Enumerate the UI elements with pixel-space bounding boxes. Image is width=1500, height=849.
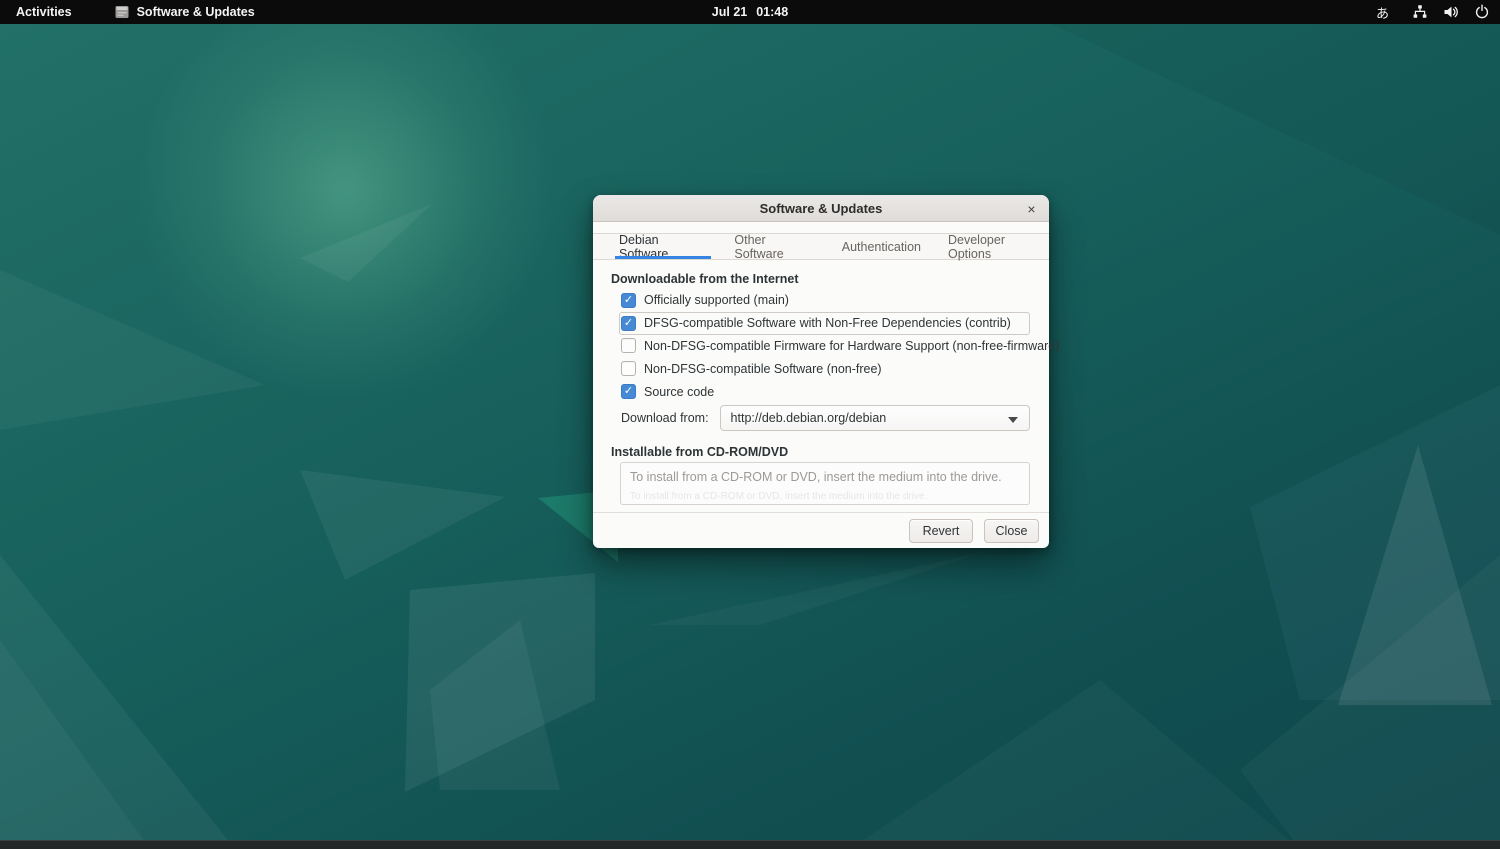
checkbox-row-contrib[interactable]: ✓ DFSG-compatible Software with Non-Free… (619, 312, 1030, 335)
checkbox-row-non-free[interactable]: Non-DFSG-compatible Software (non-free) (619, 357, 1030, 380)
focused-app-menu[interactable]: Software & Updates (114, 4, 255, 20)
tab-debian-software[interactable]: Debian Software (617, 234, 709, 259)
clock-time: 01:48 (756, 5, 788, 19)
checkbox-label: Officially supported (main) (644, 293, 789, 307)
download-server-value: http://deb.debian.org/debian (731, 411, 887, 425)
volume-icon[interactable] (1443, 4, 1459, 20)
dialog-title: Software & Updates (760, 201, 883, 216)
focused-app-title: Software & Updates (137, 5, 255, 19)
internet-section-heading: Downloadable from the Internet (611, 272, 799, 286)
software-updates-dialog: Software & Updates × Debian Software Oth… (593, 195, 1049, 548)
tab-label: Other Software (734, 233, 814, 261)
download-server-dropdown[interactable]: http://deb.debian.org/debian (720, 405, 1030, 431)
cdrom-placeholder-ghost: To install from a CD-ROM or DVD, insert … (630, 491, 927, 502)
clock[interactable]: Jul 21 01:48 (712, 5, 788, 19)
tab-other-software[interactable]: Other Software (732, 234, 816, 259)
input-method-indicator[interactable]: あ (1376, 3, 1389, 22)
checkbox-row-main[interactable]: ✓ Officially supported (main) (619, 289, 1030, 312)
action-area-separator (593, 512, 1049, 513)
download-from-label: Download from: (621, 411, 709, 425)
download-from-row: Download from: http://deb.debian.org/deb… (621, 405, 1030, 431)
cdrom-section-heading: Installable from CD-ROM/DVD (611, 445, 788, 459)
tab-developer-options[interactable]: Developer Options (946, 234, 1049, 259)
checkbox-row-source-code[interactable]: ✓ Source code (619, 380, 1030, 403)
checkbox[interactable] (621, 361, 636, 376)
tab-label: Developer Options (948, 233, 1047, 261)
network-wired-icon[interactable] (1412, 4, 1428, 20)
checkbox-label: Non-DFSG-compatible Software (non-free) (644, 362, 882, 376)
dropdown-arrow-icon (1008, 417, 1018, 423)
checkbox-list: ✓ Officially supported (main) ✓ DFSG-com… (619, 289, 1030, 403)
activities-button[interactable]: Activities (12, 5, 76, 19)
screen-bottom-edge (0, 840, 1500, 849)
close-icon[interactable]: × (1021, 198, 1042, 219)
checkbox[interactable]: ✓ (621, 293, 636, 308)
close-button[interactable]: Close (984, 519, 1039, 543)
tab-strip: Debian Software Other Software Authentic… (593, 233, 1049, 260)
checkbox[interactable]: ✓ (621, 384, 636, 399)
checkbox-label: DFSG-compatible Software with Non-Free D… (644, 316, 1011, 330)
software-updates-app-icon (114, 4, 130, 20)
checkbox-row-non-free-firmware[interactable]: Non-DFSG-compatible Firmware for Hardwar… (619, 335, 1030, 358)
checkbox[interactable]: ✓ (621, 316, 636, 331)
tab-label: Debian Software (619, 233, 707, 261)
checkbox-label: Source code (644, 385, 714, 399)
tab-authentication[interactable]: Authentication (840, 234, 923, 259)
cdrom-placeholder-text: To install from a CD-ROM or DVD, insert … (630, 470, 1002, 484)
system-status-area[interactable]: あ (1376, 3, 1490, 22)
dialog-titlebar[interactable]: Software & Updates × (593, 195, 1049, 222)
revert-button[interactable]: Revert (909, 519, 973, 543)
clock-date: Jul 21 (712, 5, 747, 19)
cdrom-media-list[interactable]: To install from a CD-ROM or DVD, insert … (620, 462, 1030, 505)
power-icon[interactable] (1474, 4, 1490, 20)
top-bar: Activities Software & Updates Jul 21 01:… (0, 0, 1500, 24)
checkbox[interactable] (621, 338, 636, 353)
tab-label: Authentication (842, 240, 921, 254)
checkbox-label: Non-DFSG-compatible Firmware for Hardwar… (644, 339, 1059, 353)
